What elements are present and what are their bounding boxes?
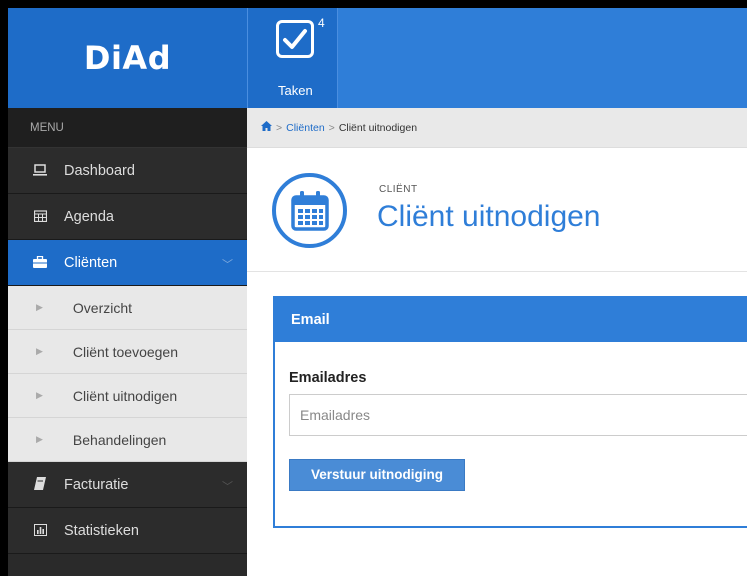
breadcrumb: > Cliënten > Cliënt uitnodigen	[247, 108, 747, 148]
submenu-item-behandelingen[interactable]: ▶ Behandelingen	[8, 418, 247, 462]
sidebar-item-label: Cliënten	[64, 254, 118, 271]
briefcase-icon	[28, 255, 52, 271]
breadcrumb-separator: >	[328, 121, 335, 134]
tasks-button[interactable]: 4 Taken	[247, 8, 338, 108]
tasks-count-badge: 4	[318, 16, 325, 30]
breadcrumb-link-clienten[interactable]: Cliënten	[286, 122, 325, 134]
bar-chart-icon	[28, 523, 52, 539]
submenu-item-label: Cliënt toevoegen	[72, 343, 178, 360]
submenu-item-label: Overzicht	[72, 299, 133, 316]
home-icon[interactable]	[261, 121, 272, 134]
breadcrumb-separator: >	[276, 121, 283, 134]
panel-header: Email	[275, 298, 747, 342]
sidebar-item-label: Statistieken	[64, 522, 139, 539]
chevron-down-icon: ﹀	[222, 481, 233, 493]
logo-area[interactable]: DiAd	[8, 8, 247, 108]
tasks-label: Taken	[278, 83, 313, 98]
submenu-item-overzicht[interactable]: ▶ Overzicht	[8, 286, 247, 330]
sidebar-item-label: Agenda	[64, 208, 114, 225]
checkbox-icon	[276, 20, 314, 58]
caret-right-icon: ▶	[36, 390, 43, 400]
sidebar-item-dashboard[interactable]: Dashboard	[8, 148, 247, 194]
caret-right-icon: ▶	[36, 302, 43, 312]
sidebar-item-label: Dashboard	[64, 162, 135, 179]
sidebar-item-statistieken[interactable]: Statistieken	[8, 508, 247, 554]
submenu-item-label: Behandelingen	[72, 431, 167, 448]
caret-right-icon: ▶	[36, 346, 43, 356]
menu-header: MENU	[8, 108, 247, 148]
sidebar-item-clienten[interactable]: Cliënten ﹀	[8, 240, 247, 286]
submenu-item-client-uitnodigen[interactable]: ▶ Cliënt uitnodigen	[8, 374, 247, 418]
app-logo: DiAd	[83, 39, 172, 77]
email-panel: Email Emailadres Verstuur uitnodiging	[273, 296, 747, 528]
laptop-icon	[28, 163, 52, 179]
submenu-item-label: Cliënt uitnodigen	[72, 387, 178, 404]
calendar-icon	[28, 209, 52, 225]
app-window: DiAd 4 Taken MENU Dashboard Agenda Cliën…	[8, 8, 747, 576]
chevron-down-icon: ﹀	[222, 259, 233, 271]
calendar-circle-icon	[272, 173, 347, 248]
send-invitation-button[interactable]: Verstuur uitnodiging	[289, 459, 465, 491]
caret-right-icon: ▶	[36, 434, 43, 444]
email-field[interactable]	[289, 394, 747, 436]
breadcrumb-current: Cliënt uitnodigen	[338, 121, 418, 134]
page-title: Cliënt uitnodigen	[377, 200, 601, 233]
page-subtitle: CLIËNT	[379, 184, 418, 195]
sidebar: MENU Dashboard Agenda Cliënten ﹀ ▶ Overz…	[8, 108, 247, 576]
sidebar-item-facturatie[interactable]: Facturatie ﹀	[8, 462, 247, 508]
submenu-item-client-toevoegen[interactable]: ▶ Cliënt toevoegen	[8, 330, 247, 374]
page-header: CLIËNT Cliënt uitnodigen	[247, 148, 747, 272]
email-field-label: Emailadres	[289, 370, 367, 386]
top-header: DiAd 4 Taken	[8, 8, 747, 108]
book-icon	[28, 476, 52, 493]
sidebar-item-agenda[interactable]: Agenda	[8, 194, 247, 240]
sidebar-item-label: Facturatie	[64, 476, 129, 493]
